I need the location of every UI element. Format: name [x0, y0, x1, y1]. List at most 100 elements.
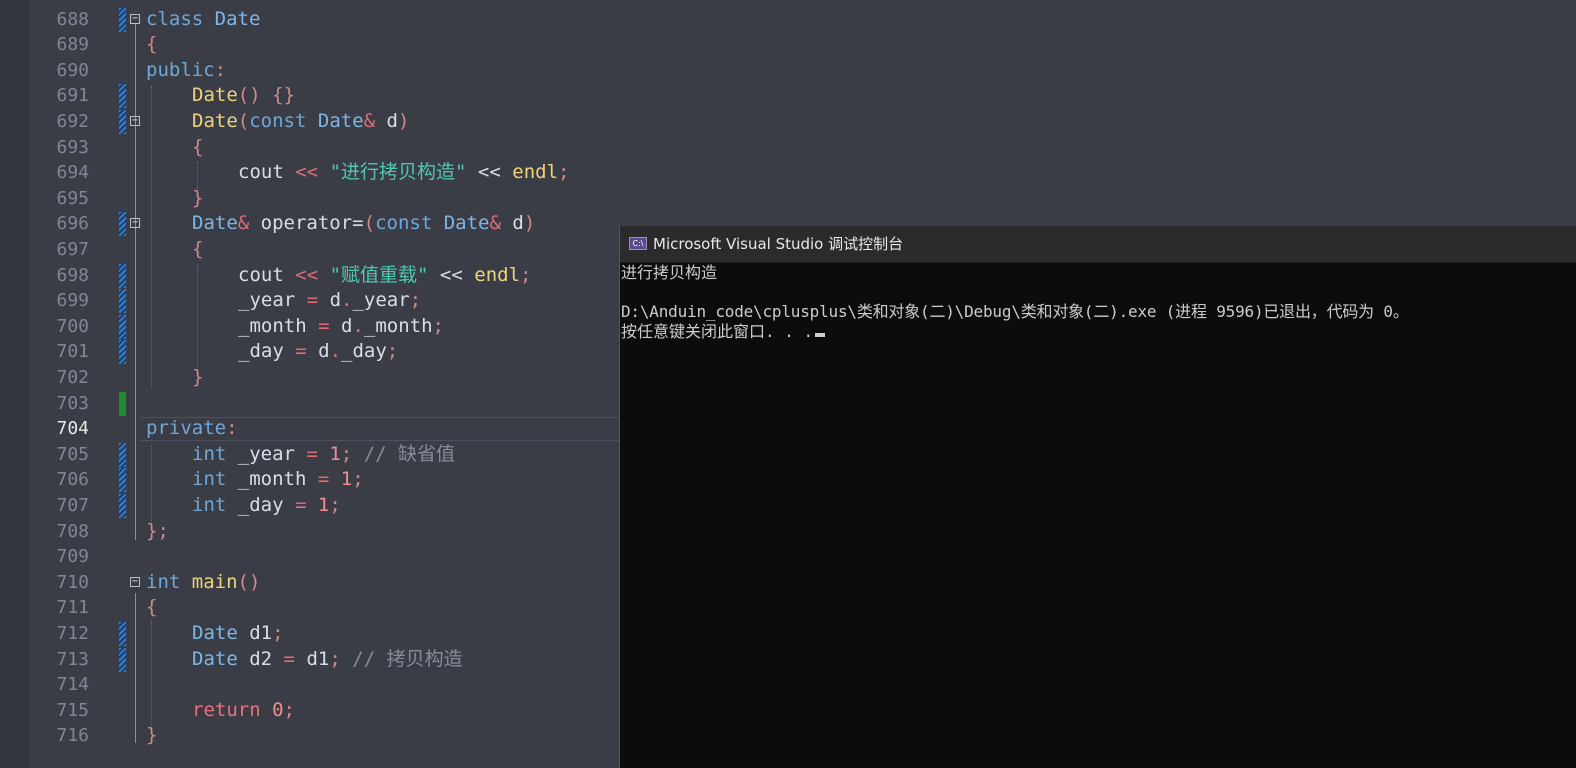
line-number: 702	[56, 367, 89, 388]
punctuation: () {}	[237, 84, 295, 106]
identifier: cout	[238, 264, 284, 286]
operator: <<	[295, 264, 319, 286]
line-number: 714	[56, 674, 89, 695]
operator: &	[363, 110, 376, 132]
line-number: 699	[56, 290, 89, 311]
string-literal: "进行拷贝构造"	[329, 161, 467, 183]
code-line[interactable]: 694 cout << "进行拷贝构造" << endl;	[0, 160, 1576, 186]
number-literal: 1	[329, 443, 341, 465]
code-line[interactable]: 695 }	[0, 186, 1576, 212]
constructor-name: Date	[192, 110, 238, 132]
change-marker	[119, 648, 126, 672]
line-number: 695	[56, 188, 89, 209]
code-line[interactable]: 689 {	[0, 32, 1576, 58]
semicolon: ;	[558, 161, 570, 183]
access-specifier: public	[146, 59, 215, 81]
access-specifier: private	[146, 417, 227, 439]
line-number: 715	[56, 700, 89, 721]
class-name: Date	[214, 8, 261, 30]
code-line[interactable]: 691 Date() {}	[0, 83, 1576, 109]
line-number: 691	[56, 85, 89, 106]
brace: {	[146, 596, 158, 618]
change-marker	[119, 84, 126, 108]
function-name: main	[180, 571, 238, 593]
member-variable: _day	[226, 494, 284, 516]
saved-change-marker	[119, 392, 126, 416]
code-line[interactable]: 688 − class Date	[0, 7, 1576, 33]
paren: )	[397, 110, 410, 132]
member-variable: _year	[352, 289, 410, 311]
keyword: return	[192, 699, 261, 721]
parameter: d	[375, 110, 398, 132]
console-line-prompt: 按任意键关闭此窗口. . .	[621, 322, 826, 342]
keyword: int	[192, 443, 227, 465]
colon: :	[214, 59, 227, 81]
console-line: 进行拷贝构造	[621, 263, 718, 282]
collapse-icon[interactable]: −	[130, 116, 140, 126]
colon: :	[226, 417, 238, 439]
line-number: 690	[56, 60, 89, 81]
change-marker	[119, 289, 126, 313]
member-variable: _year	[238, 289, 296, 311]
type-name: Date	[192, 622, 238, 644]
console-app-icon: C:\	[629, 237, 647, 250]
change-marker	[119, 264, 126, 288]
operator: &	[237, 212, 250, 234]
local-variable: d1	[306, 648, 330, 670]
text-cursor	[815, 333, 826, 337]
brace: }	[146, 724, 158, 746]
collapse-icon[interactable]: −	[130, 218, 140, 228]
line-number: 710	[56, 572, 89, 593]
semicolon: ;	[329, 648, 341, 670]
operator: =	[318, 315, 330, 337]
semicolon: ;	[272, 622, 284, 644]
collapse-icon[interactable]: −	[130, 577, 140, 587]
change-marker	[119, 212, 126, 236]
keyword: class	[146, 8, 204, 30]
code-line[interactable]: 693 {	[0, 135, 1576, 161]
brace: {	[192, 136, 204, 158]
member-variable: _month	[226, 468, 307, 490]
line-number: 698	[56, 265, 89, 286]
change-marker	[119, 340, 126, 364]
identifier: cout	[238, 161, 284, 183]
line-number: 704	[56, 418, 89, 439]
operator: <<	[477, 161, 501, 183]
console-titlebar[interactable]: C:\ Microsoft Visual Studio 调试控制台	[620, 226, 1576, 263]
collapse-icon[interactable]: −	[130, 14, 140, 24]
member-variable: _month	[238, 315, 307, 337]
operator-name: operator=	[249, 212, 364, 234]
parameter: d	[341, 315, 353, 337]
parameter: d	[500, 212, 524, 234]
identifier: endl	[474, 264, 521, 286]
line-number: 701	[56, 341, 89, 362]
member-variable: _year	[226, 443, 295, 465]
console-title: Microsoft Visual Studio 调试控制台	[653, 235, 904, 253]
identifier: endl	[512, 161, 559, 183]
brace: };	[146, 520, 169, 542]
parameter: d	[318, 340, 330, 362]
line-number: 700	[56, 316, 89, 337]
operator: =	[283, 648, 295, 670]
keyword: int	[146, 571, 181, 593]
code-line[interactable]: 690 public:	[0, 58, 1576, 84]
line-number: 708	[56, 521, 89, 542]
console-prompt-text: 按任意键关闭此窗口. . .	[621, 322, 814, 341]
comment: // 缺省值	[363, 443, 456, 465]
keyword: const	[249, 110, 307, 132]
line-number: 716	[56, 725, 89, 746]
paren: )	[523, 212, 536, 234]
semicolon: ;	[283, 699, 295, 721]
semicolon: ;	[409, 289, 422, 311]
brace: {	[192, 238, 204, 260]
paren: (	[363, 212, 376, 234]
operator: <<	[439, 264, 463, 286]
debug-console-window[interactable]: C:\ Microsoft Visual Studio 调试控制台 进行拷贝构造…	[619, 226, 1576, 768]
code-line[interactable]: 692 − Date(const Date& d)	[0, 109, 1576, 135]
keyword: int	[192, 468, 227, 490]
brace: {	[146, 33, 158, 55]
number-literal: 1	[317, 494, 330, 516]
parameter: d	[329, 289, 342, 311]
change-marker	[119, 315, 126, 339]
change-marker	[119, 110, 126, 134]
